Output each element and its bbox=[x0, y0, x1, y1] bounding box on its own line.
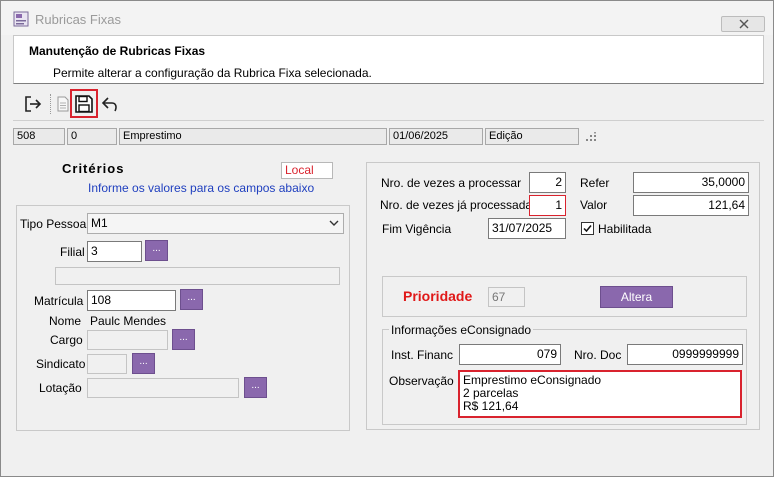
prioridade-input: 67 bbox=[488, 287, 525, 307]
observacao-label: Observação bbox=[389, 374, 454, 388]
habilitada-label: Habilitada bbox=[598, 222, 652, 236]
valor-label: Valor bbox=[580, 198, 608, 212]
exit-button[interactable] bbox=[21, 92, 45, 116]
filial-lookup-button[interactable]: ... bbox=[145, 240, 168, 261]
matricula-lookup-button[interactable]: ... bbox=[180, 289, 203, 310]
tipo-pessoa-select[interactable]: M1 bbox=[87, 213, 344, 234]
record-seq: 0 bbox=[67, 128, 117, 145]
inst-financ-label: Inst. Financ bbox=[391, 348, 454, 362]
title-bar: Rubricas Fixas bbox=[1, 1, 773, 35]
filial-input[interactable]: 3 bbox=[87, 241, 142, 262]
matricula-label: Matrícula bbox=[34, 294, 84, 308]
econsignado-group-title: Informações eConsignado bbox=[389, 323, 534, 337]
record-mode: Edição bbox=[485, 128, 579, 145]
refer-input[interactable]: 35,0000 bbox=[633, 172, 749, 193]
close-icon bbox=[739, 19, 749, 29]
record-name: Emprestimo bbox=[119, 128, 387, 145]
nome-value: Paulc Mendes bbox=[90, 314, 167, 328]
sindicato-lookup-button[interactable]: ... bbox=[132, 353, 155, 374]
nro-doc-label: Nro. Doc bbox=[574, 348, 622, 362]
toolbar bbox=[13, 87, 764, 121]
exit-icon bbox=[25, 96, 42, 112]
window: Rubricas Fixas Manutenção de Rubricas Fi… bbox=[0, 0, 774, 477]
cargo-lookup-button[interactable]: ... bbox=[172, 329, 195, 350]
fim-vigencia-input[interactable]: 31/07/2025 bbox=[488, 218, 566, 239]
app-icon bbox=[13, 11, 29, 27]
tipo-pessoa-label: Tipo Pessoa bbox=[20, 217, 87, 231]
criteria-hint: Informe os valores para os campos abaixo bbox=[88, 181, 315, 195]
filial-label: Filial bbox=[60, 245, 85, 259]
filial-description bbox=[55, 267, 340, 285]
lotacao-input bbox=[87, 378, 239, 398]
undo-icon bbox=[101, 97, 117, 112]
nome-label: Nome bbox=[49, 314, 82, 328]
refer-label: Refer bbox=[580, 176, 610, 190]
header-panel: Manutenção de Rubricas Fixas Permite alt… bbox=[13, 35, 764, 84]
nro-processar-input[interactable]: 2 bbox=[529, 172, 566, 193]
undo-button[interactable] bbox=[98, 92, 122, 116]
observacao-line-3: R$ 121,64 bbox=[463, 399, 519, 413]
lotacao-lookup-button[interactable]: ... bbox=[244, 377, 267, 398]
record-date: 01/06/2025 bbox=[389, 128, 483, 145]
matricula-input[interactable]: 108 bbox=[87, 290, 176, 311]
criteria-title: Critérios bbox=[62, 161, 125, 176]
chevron-down-icon bbox=[329, 220, 339, 226]
fim-vigencia-label: Fim Vigência bbox=[382, 222, 452, 236]
cargo-input bbox=[87, 330, 168, 350]
window-title: Rubricas Fixas bbox=[35, 12, 121, 27]
page-title: Manutenção de Rubricas Fixas bbox=[29, 44, 206, 58]
record-info-bar: 508 0 Emprestimo 01/06/2025 Edição bbox=[13, 128, 764, 145]
checkmark-icon bbox=[583, 225, 592, 233]
habilitada-checkbox[interactable] bbox=[581, 222, 594, 235]
nro-doc-input[interactable]: 0999999999 bbox=[627, 344, 743, 365]
nro-processadas-input[interactable]: 1 bbox=[529, 195, 566, 216]
valor-input[interactable]: 121,64 bbox=[633, 195, 749, 216]
inst-financ-input[interactable]: 079 bbox=[459, 344, 561, 365]
record-code: 508 bbox=[13, 128, 65, 145]
altera-button[interactable]: Altera bbox=[600, 286, 673, 308]
prioridade-label: Prioridade bbox=[403, 288, 473, 304]
resize-grip-icon bbox=[586, 132, 596, 141]
nro-processadas-label: Nro. de vezes já processadas bbox=[380, 198, 539, 212]
page-subtitle: Permite alterar a configuração da Rubric… bbox=[53, 66, 372, 80]
tipo-pessoa-value: M1 bbox=[91, 216, 108, 230]
sindicato-label: Sindicato bbox=[36, 357, 86, 371]
save-highlight bbox=[70, 89, 98, 118]
lotacao-label: Lotação bbox=[39, 381, 82, 395]
observacao-textarea[interactable]: Emprestimo eConsignado 2 parcelas R$ 121… bbox=[458, 370, 742, 418]
sindicato-input bbox=[87, 354, 127, 374]
close-button[interactable] bbox=[721, 16, 765, 32]
cargo-label: Cargo bbox=[50, 333, 83, 347]
nro-processar-label: Nro. de vezes a processar bbox=[381, 176, 522, 190]
local-badge: Local bbox=[281, 162, 333, 179]
